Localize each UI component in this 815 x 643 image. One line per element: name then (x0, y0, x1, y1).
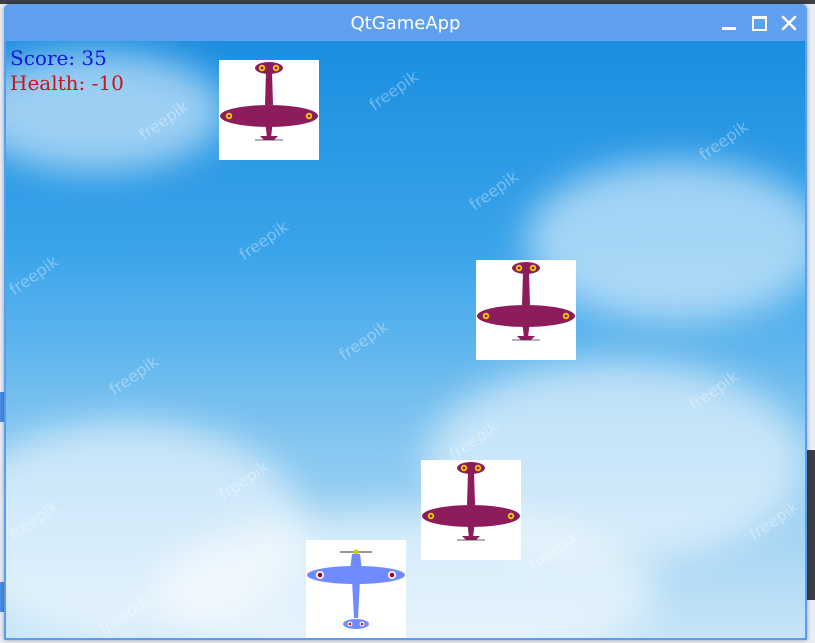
minimize-button[interactable] (718, 12, 740, 34)
watermark: freepik (235, 216, 292, 265)
close-button[interactable] (778, 12, 800, 34)
maximize-icon (751, 15, 767, 31)
game-window: QtGameApp freepik freepik freepik freepi… (4, 4, 807, 640)
watermark: freepik (465, 166, 522, 215)
game-canvas[interactable]: freepik freepik freepik freepik freepik … (6, 41, 805, 638)
minimize-icon (722, 26, 736, 30)
player-plane-icon (307, 549, 405, 629)
close-icon (781, 15, 797, 31)
enemy-plane-icon (220, 62, 318, 141)
enemy-plane (421, 460, 521, 560)
enemy-plane-icon (422, 462, 520, 541)
player-plane[interactable] (306, 540, 406, 638)
watermark: freepik (105, 351, 162, 400)
watermark: freepik (335, 316, 392, 365)
health-label: Health: -10 (10, 71, 124, 95)
watermark: freepik (365, 66, 422, 115)
watermark: freepik (695, 116, 752, 165)
maximize-button[interactable] (748, 12, 770, 34)
window-title: QtGameApp (350, 13, 461, 34)
title-bar[interactable]: QtGameApp (4, 4, 807, 41)
enemy-plane-icon (477, 262, 575, 341)
enemy-plane (219, 60, 319, 160)
watermark: freepik (6, 251, 62, 300)
background-window (806, 450, 815, 600)
enemy-plane (476, 260, 576, 360)
score-label: Score: 35 (10, 46, 107, 70)
